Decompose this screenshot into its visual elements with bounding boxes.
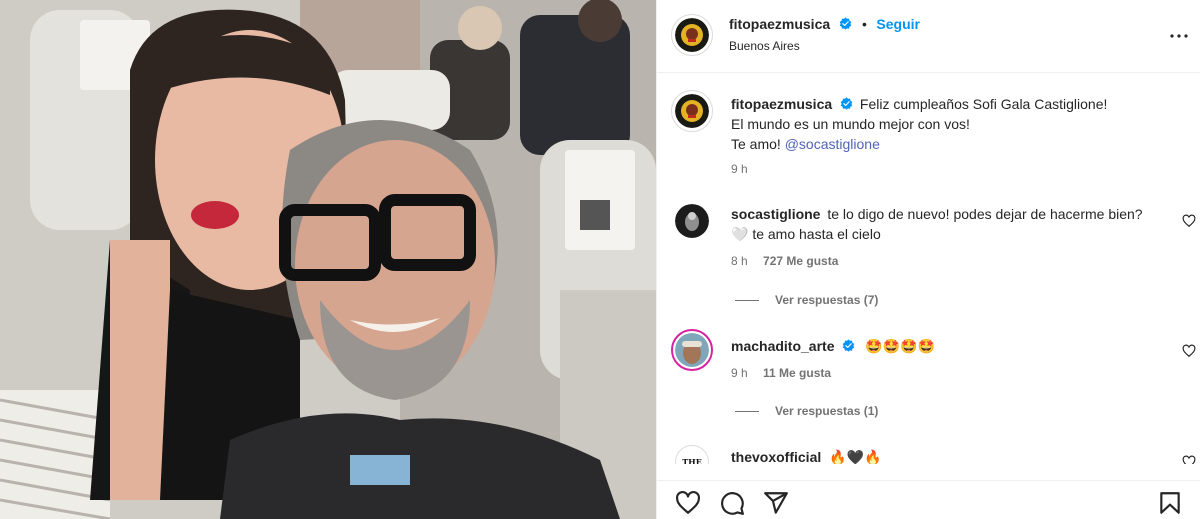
comment-likes[interactable]: 11 Me gusta: [763, 366, 831, 380]
avatar-text: THE VOX: [682, 457, 702, 464]
header-user-row: fitopaezmusica • Seguir: [729, 16, 920, 34]
bookmark-icon[interactable]: [1157, 490, 1183, 516]
comment-body: socastiglione te lo digo de nuevo! podes…: [731, 204, 1151, 244]
caption-time[interactable]: 9 h: [731, 162, 748, 176]
caption-text: fitopaezmusica Feliz cumpleaños Sofi Gal…: [731, 94, 1171, 154]
avatar-image: [675, 204, 709, 238]
comment-time[interactable]: 8 h: [731, 254, 748, 268]
comment-text: 🔥🖤🔥: [829, 449, 882, 464]
comment-time[interactable]: 9 h: [731, 366, 748, 380]
comment-username[interactable]: machadito_arte: [731, 338, 834, 354]
avatar-image: [675, 333, 709, 367]
caption-avatar[interactable]: [675, 94, 709, 128]
comment-meta: 9 h 11 Me gusta: [731, 366, 831, 380]
profile-avatar[interactable]: [675, 18, 709, 52]
comment-avatar[interactable]: [675, 333, 709, 367]
replies-divider: [735, 410, 759, 412]
caption-line-2: El mundo es un mundo mejor con vos!: [731, 116, 970, 132]
comment-heart-icon[interactable]: [1182, 344, 1196, 358]
post-photo[interactable]: [0, 0, 656, 519]
view-replies-button[interactable]: Ver respuestas (1): [735, 404, 878, 418]
separator-dot: •: [862, 16, 867, 32]
selfie-image: [0, 0, 656, 519]
caption-line-1: Feliz cumpleaños Sofi Gala Castiglione!: [859, 96, 1108, 112]
comments-list[interactable]: fitopaezmusica Feliz cumpleaños Sofi Gal…: [657, 74, 1200, 464]
post-location[interactable]: Buenos Aires: [729, 39, 800, 53]
verified-icon: [840, 97, 853, 110]
caption-line-3: Te amo!: [731, 136, 785, 152]
comment-meta: 8 h 727 Me gusta: [731, 254, 838, 268]
comment-body: thevoxofficial 🔥🖤🔥: [731, 447, 881, 464]
verified-icon: [839, 17, 851, 30]
comment-avatar[interactable]: THE VOX: [675, 445, 709, 464]
mention-link[interactable]: @socastiglione: [785, 136, 880, 152]
comment-icon[interactable]: [719, 490, 745, 516]
comment-heart-icon[interactable]: [1182, 455, 1196, 464]
post-actions-bar: [657, 480, 1200, 519]
view-replies-label: Ver respuestas (7): [775, 293, 879, 307]
replies-divider: [735, 299, 759, 301]
comment-username[interactable]: thevoxofficial: [731, 449, 821, 464]
verified-icon: [843, 339, 855, 352]
post-header: fitopaezmusica • Seguir Buenos Aires: [657, 0, 1200, 73]
comment-body: machadito_arte 🤩🤩🤩🤩: [731, 336, 935, 356]
follow-button[interactable]: Seguir: [876, 16, 920, 32]
comment-heart-icon[interactable]: [1182, 214, 1196, 228]
view-replies-button[interactable]: Ver respuestas (7): [735, 293, 878, 307]
comment-avatar[interactable]: [675, 204, 709, 238]
header-username[interactable]: fitopaezmusica: [729, 16, 830, 32]
share-icon[interactable]: [763, 490, 789, 516]
more-options-icon[interactable]: [1167, 24, 1191, 48]
comment-text: 🤩🤩🤩🤩: [865, 338, 935, 354]
comment-username[interactable]: socastiglione: [731, 206, 820, 222]
heart-icon[interactable]: [675, 490, 701, 516]
comment-likes[interactable]: 727 Me gusta: [763, 254, 838, 268]
post-details-panel: fitopaezmusica • Seguir Buenos Aires fit…: [656, 0, 1200, 519]
avatar-image: [675, 94, 709, 128]
caption-username[interactable]: fitopaezmusica: [731, 96, 832, 112]
avatar-image: [675, 18, 709, 52]
view-replies-label: Ver respuestas (1): [775, 404, 879, 418]
